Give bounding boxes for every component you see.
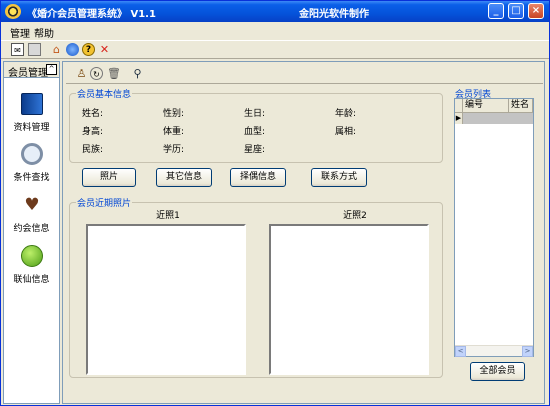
help-icon[interactable]: ? xyxy=(82,43,95,56)
refresh-icon[interactable]: ↻ xyxy=(90,67,103,80)
photo1-frame[interactable] xyxy=(86,224,246,375)
grid-corner xyxy=(455,99,463,113)
nav-item-dating[interactable]: ♥ 约会信息 xyxy=(4,194,59,242)
photos-title: 会员近期照片 xyxy=(76,196,133,209)
scroll-right-button[interactable]: > xyxy=(522,346,533,357)
magnifier-icon xyxy=(21,143,43,165)
weight-label: 体重: xyxy=(163,127,185,137)
nav-header-label: 会员管理 xyxy=(8,68,48,79)
globe-icon[interactable] xyxy=(66,43,79,56)
height-label: 身高: xyxy=(82,127,104,137)
menu-help[interactable]: 帮助 xyxy=(34,25,54,40)
photos-group: 会员近期照片 近照1 近照2 xyxy=(69,196,443,378)
zodiac-label: 属相: xyxy=(335,127,357,137)
person-icon[interactable]: ♙ xyxy=(75,67,88,80)
leaf-icon xyxy=(21,245,43,267)
book-icon xyxy=(21,93,43,115)
blood-type-label: 血型: xyxy=(244,127,266,137)
author-label: 金阳光软件制作 xyxy=(299,9,369,20)
nav-item-label: 联仙信息 xyxy=(13,275,50,285)
nav-item-search[interactable]: 条件查找 xyxy=(4,143,59,191)
basic-info-title: 会员基本信息 xyxy=(76,87,133,100)
photo-button[interactable]: 照片 xyxy=(82,168,136,187)
other-info-button[interactable]: 其它信息 xyxy=(156,168,212,187)
all-members-button[interactable]: 全部会员 xyxy=(470,362,525,381)
menu-bar: 管理 帮助 xyxy=(1,22,549,40)
documents-icon[interactable] xyxy=(28,43,41,56)
collapse-button[interactable]: ^ xyxy=(46,64,57,75)
scroll-left-button[interactable]: < xyxy=(455,346,466,357)
photo2-frame[interactable] xyxy=(269,224,429,375)
name-label: 姓名: xyxy=(82,109,104,119)
ethnicity-label: 民族: xyxy=(82,145,104,155)
nav-item-label: 约会信息 xyxy=(13,224,50,234)
menu-manage[interactable]: 管理 xyxy=(10,25,30,40)
partner-prefs-button[interactable]: 择偶信息 xyxy=(230,168,286,187)
nav-header: 会员管理 ^ xyxy=(4,62,59,79)
trash-icon[interactable]: 🗑 xyxy=(107,67,121,80)
couple-icon: ♥ xyxy=(24,195,40,215)
nav-item-profile[interactable]: 资料管理 xyxy=(4,93,59,141)
sun-logo-icon xyxy=(5,4,21,19)
col-name-header[interactable]: 姓名 xyxy=(509,99,533,113)
content-panel: ♙ ↻ 🗑 ⚲ 会员基本信息 姓名: 性别: 生日: 年龄: 身高: 体重: 血… xyxy=(62,61,545,404)
nav-item-label: 条件查找 xyxy=(13,173,50,183)
title-bar: 《婚介会员管理系统》 V1.1 金阳光软件制作 _ □ × xyxy=(1,1,549,22)
gender-label: 性别: xyxy=(163,109,185,119)
side-nav: 会员管理 ^ 资料管理 条件查找 ♥ 约会信息 联仙信息 xyxy=(3,61,60,404)
contact-button[interactable]: 联系方式 xyxy=(311,168,367,187)
photo2-label: 近照2 xyxy=(343,211,367,221)
mail-icon[interactable]: ✉ xyxy=(11,43,24,56)
col-id-header[interactable]: 编号 xyxy=(463,99,509,113)
education-label: 学历: xyxy=(163,145,185,155)
basic-info-group: 会员基本信息 姓名: 性别: 生日: 年龄: 身高: 体重: 血型: 属相: 民… xyxy=(69,87,443,163)
window-title: 《婚介会员管理系统》 V1.1 xyxy=(27,9,156,20)
maximize-button[interactable]: □ xyxy=(508,3,524,19)
photo1-label: 近照1 xyxy=(156,211,180,221)
member-grid[interactable]: 编号 姓名 ▶ < > xyxy=(454,98,534,357)
close-icon[interactable]: ✕ xyxy=(98,43,111,56)
birthday-label: 生日: xyxy=(244,109,266,119)
minimize-button[interactable]: _ xyxy=(488,3,504,19)
home-icon[interactable]: ⌂ xyxy=(50,43,63,56)
nav-item-label: 资料管理 xyxy=(13,123,50,133)
constellation-label: 星座: xyxy=(244,145,266,155)
horizontal-scrollbar[interactable]: < > xyxy=(455,345,533,357)
main-toolbar: ✉ ⌂ ? ✕ xyxy=(1,40,549,59)
age-label: 年龄: xyxy=(335,109,357,119)
nav-item-contact[interactable]: 联仙信息 xyxy=(4,245,59,293)
main-window: 《婚介会员管理系统》 V1.1 金阳光软件制作 _ □ × 管理 帮助 ✉ ⌂ … xyxy=(0,0,550,406)
search-icon[interactable]: ⚲ xyxy=(131,67,144,80)
table-row[interactable] xyxy=(455,113,533,124)
row-indicator: ▶ xyxy=(455,113,463,124)
content-toolbar: ♙ ↻ 🗑 ⚲ xyxy=(66,64,543,84)
close-button[interactable]: × xyxy=(528,3,544,19)
